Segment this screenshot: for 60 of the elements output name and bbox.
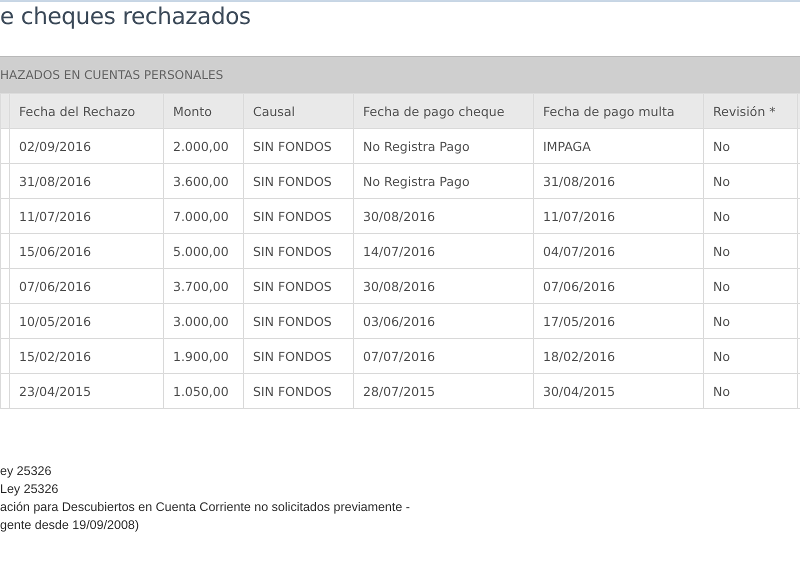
footnote: gente desde 19/09/2008) bbox=[0, 517, 140, 534]
table-cell: 1.050,00 bbox=[164, 374, 244, 408]
table-cell: 23/04/2015 bbox=[10, 374, 164, 408]
table-cell: IMPAGA bbox=[534, 128, 704, 164]
table-cell: 1.900,00 bbox=[164, 338, 244, 374]
column-header: Causal bbox=[244, 94, 354, 128]
page-title: e cheques rechazados bbox=[0, 3, 251, 30]
table-cell: 30/08/2016 bbox=[354, 268, 534, 304]
table-cell: 07/06/2016 bbox=[534, 268, 704, 304]
table-cell: 2.000,00 bbox=[164, 128, 244, 164]
table-cell: 5.000,00 bbox=[164, 234, 244, 268]
table-cell: 31/08/2016 bbox=[10, 164, 164, 198]
table-cell: No bbox=[704, 268, 798, 304]
table-cell: SIN FONDOS bbox=[244, 338, 354, 374]
table-cell: 30/08/2016 bbox=[354, 198, 534, 234]
column-header: Fecha del Rechazo bbox=[10, 94, 164, 128]
table-cell: 31/08/2016 bbox=[534, 164, 704, 198]
table-cell: SIN FONDOS bbox=[244, 304, 354, 338]
table-cell: 17/05/2016 bbox=[534, 304, 704, 338]
table-cell: SIN FONDOS bbox=[244, 128, 354, 164]
table-cell: No bbox=[704, 304, 798, 338]
table-cell: No bbox=[704, 128, 798, 164]
table-cell: 04/07/2016 bbox=[534, 234, 704, 268]
table-cell: 11/07/2016 bbox=[534, 198, 704, 234]
table-cell: 03/06/2016 bbox=[354, 304, 534, 338]
table-cell: SIN FONDOS bbox=[244, 198, 354, 234]
column-header: Monto bbox=[164, 94, 244, 128]
table-cell: No bbox=[704, 338, 798, 374]
table-cell: 07/06/2016 bbox=[10, 268, 164, 304]
table-cell: 11/07/2016 bbox=[10, 198, 164, 234]
table-cell: 10/05/2016 bbox=[10, 304, 164, 338]
footnote: Ley 25326 bbox=[0, 481, 60, 498]
table-cell: No bbox=[704, 234, 798, 268]
table-cell: 3.700,00 bbox=[164, 268, 244, 304]
column-header: Fecha de pago multa bbox=[534, 94, 704, 128]
table-cell: No Registra Pago bbox=[354, 128, 534, 164]
table-cell: 3.000,00 bbox=[164, 304, 244, 338]
table-cell: No bbox=[704, 164, 798, 198]
table-cell: SIN FONDOS bbox=[244, 374, 354, 408]
column-header: Fecha de pago cheque bbox=[354, 94, 534, 128]
table-cell: No Registra Pago bbox=[354, 164, 534, 198]
table-cell: No bbox=[704, 374, 798, 408]
table-cell: 3.600,00 bbox=[164, 164, 244, 198]
table-cell: 15/02/2016 bbox=[10, 338, 164, 374]
table-caption: HAZADOS EN CUENTAS PERSONALES bbox=[0, 68, 224, 82]
column-header: Revisión * bbox=[704, 94, 798, 128]
table-cell: 14/07/2016 bbox=[354, 234, 534, 268]
table-cell: 18/02/2016 bbox=[534, 338, 704, 374]
table-cell: SIN FONDOS bbox=[244, 164, 354, 198]
table-cell: SIN FONDOS bbox=[244, 268, 354, 304]
footnote: ación para Descubiertos en Cuenta Corriente no solicitados previamente - bbox=[0, 499, 411, 516]
table-cell: No bbox=[704, 198, 798, 234]
table-cell: 15/06/2016 bbox=[10, 234, 164, 268]
table-cell: 28/07/2015 bbox=[354, 374, 534, 408]
table-cell: 07/07/2016 bbox=[354, 338, 534, 374]
table-cell: 30/04/2015 bbox=[534, 374, 704, 408]
table-cell: 7.000,00 bbox=[164, 198, 244, 234]
table-cell: 02/09/2016 bbox=[10, 128, 164, 164]
footnote: ey 25326 bbox=[0, 463, 52, 480]
table-cell: SIN FONDOS bbox=[244, 234, 354, 268]
